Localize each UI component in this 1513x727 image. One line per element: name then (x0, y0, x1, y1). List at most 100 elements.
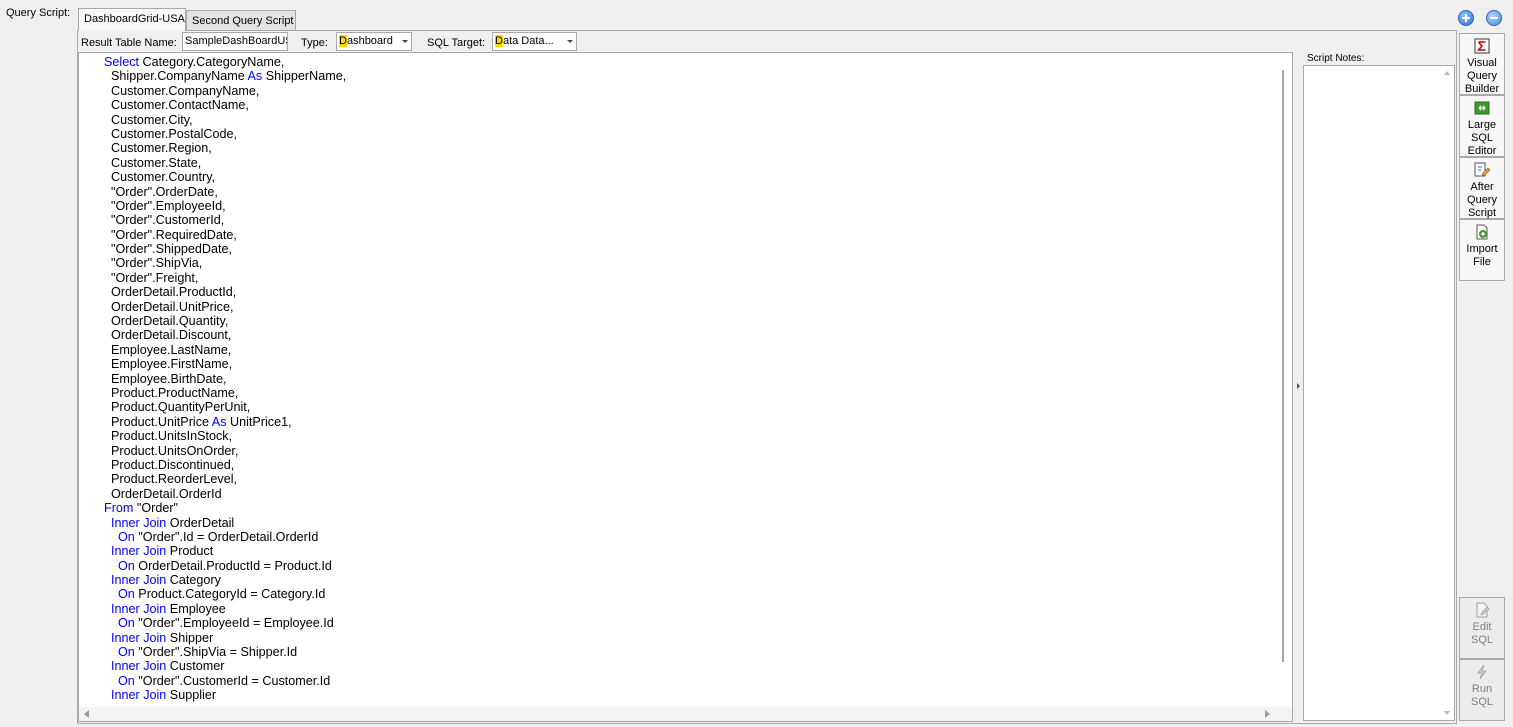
sigma-icon (1474, 38, 1490, 54)
edit-sql-icon (1476, 602, 1490, 618)
sql-text: Customer.State, (111, 155, 202, 170)
code-line: On "Order".Id = OrderDetail.OrderId (104, 530, 346, 544)
sql-text: "Order".CustomerId, (111, 213, 225, 228)
code-line: Inner Join OrderDetail (104, 516, 346, 530)
code-line: On "Order".EmployeeId = Employee.Id (104, 616, 346, 630)
code-line: On "Order".CustomerId = Customer.Id (104, 674, 346, 688)
sql-text: OrderDetail.ProductId = Product.Id (134, 558, 332, 573)
type-value-highlight: D (339, 35, 347, 47)
sql-text: "Order".EmployeeId = Employee.Id (134, 616, 334, 631)
result-table-input[interactable]: SampleDashBoardUS (182, 32, 288, 51)
sql-keyword: Inner Join (111, 630, 167, 645)
code-line: Inner Join Employee (104, 602, 346, 616)
import-file-button[interactable]: Import File (1459, 219, 1505, 281)
sql-keyword: Select (104, 55, 140, 69)
script-notes-label: Script Notes: (1307, 53, 1365, 64)
scroll-up-icon[interactable] (1444, 71, 1450, 75)
tab-dashboardgrid-usa[interactable]: DashboardGrid-USA (78, 8, 186, 31)
large-sql-editor-button[interactable]: Large SQL Editor (1459, 95, 1505, 157)
sql-text: Employee.BirthDate, (111, 371, 227, 386)
type-dropdown[interactable]: Dashboard (336, 32, 412, 51)
remove-circle-icon (1490, 17, 1498, 19)
run-sql-button[interactable]: Run SQL (1459, 659, 1505, 721)
code-line: OrderDetail.Discount, (104, 328, 346, 342)
code-line: Employee.FirstName, (104, 357, 346, 371)
sql-keyword: On (118, 616, 135, 631)
scroll-right-icon[interactable] (1265, 710, 1270, 718)
scroll-left-icon[interactable] (84, 710, 89, 718)
code-line: Inner Join Customer (104, 659, 346, 673)
code-line: Product.QuantityPerUnit, (104, 400, 346, 414)
sql-keyword: Inner Join (111, 601, 167, 616)
code-line: OrderDetail.ProductId, (104, 285, 346, 299)
code-line: Product.UnitsInStock, (104, 429, 346, 443)
sql-target-value-highlight: D (495, 35, 503, 47)
code-line: Customer.City, (104, 113, 346, 127)
code-line: Customer.Region, (104, 141, 346, 155)
code-line: Customer.Country, (104, 170, 346, 184)
sql-text: "Order".Freight, (111, 270, 199, 285)
sql-text: Product.UnitsOnOrder, (111, 443, 239, 458)
visual-query-builder-button[interactable]: Visual Query Builder (1459, 33, 1505, 95)
sql-keyword: On (118, 645, 135, 660)
code-line: "Order".Freight, (104, 271, 346, 285)
result-table-label: Result Table Name: (81, 37, 177, 49)
tab-second-query-script[interactable]: Second Query Script (186, 10, 296, 31)
splitter-toggle-icon[interactable] (1297, 383, 1300, 389)
scroll-down-icon[interactable] (1444, 711, 1450, 715)
vertical-scrollbar[interactable] (1282, 70, 1284, 662)
code-line: Product.UnitsOnOrder, (104, 444, 346, 458)
script-notes-textarea[interactable] (1303, 65, 1455, 721)
code-line: Inner Join Shipper (104, 631, 346, 645)
sql-text: Category (166, 573, 221, 588)
sql-keyword: Inner Join (111, 515, 167, 530)
sql-editor[interactable]: Select Category.CategoryName, Shipper.Co… (78, 52, 1293, 722)
sql-text: ShipperName, (262, 69, 347, 84)
sql-keyword: On (118, 587, 135, 602)
code-line: "Order".OrderDate, (104, 185, 346, 199)
code-line: Customer.CompanyName, (104, 84, 346, 98)
sql-target-dropdown[interactable]: Data Data... (492, 32, 577, 51)
sql-text: "Order" (133, 501, 179, 516)
sql-keyword: As (211, 414, 227, 429)
sql-text: Customer.Country, (111, 170, 216, 185)
sql-code: Select Category.CategoryName, Shipper.Co… (104, 55, 346, 703)
code-line: Inner Join Category (104, 573, 346, 587)
sql-keyword: From (104, 501, 134, 516)
sql-text: Product (166, 544, 214, 559)
sql-text: Supplier (166, 688, 217, 703)
sql-text: Shipper.CompanyName (111, 69, 248, 84)
sql-text: "Order".ShipVia = Shipper.Id (134, 645, 298, 660)
code-line: OrderDetail.OrderId (104, 487, 346, 501)
after-query-script-button[interactable]: After Query Script (1459, 157, 1505, 219)
sql-text: Customer.ContactName, (111, 98, 249, 113)
sql-text: OrderDetail (166, 515, 235, 530)
horizontal-scrollbar[interactable] (79, 707, 1292, 721)
sql-keyword: Inner Join (111, 688, 167, 703)
sql-text: OrderDetail.Discount, (111, 328, 232, 343)
sql-keyword: On (118, 558, 135, 573)
code-line: "Order".EmployeeId, (104, 199, 346, 213)
code-line: On Product.CategoryId = Category.Id (104, 587, 346, 601)
remove-script-button[interactable] (1486, 10, 1502, 26)
edit-sql-button[interactable]: Edit SQL (1459, 597, 1505, 659)
sql-text: Customer.Region, (111, 141, 212, 156)
code-line: Employee.BirthDate, (104, 372, 346, 386)
add-script-button[interactable] (1458, 10, 1474, 26)
